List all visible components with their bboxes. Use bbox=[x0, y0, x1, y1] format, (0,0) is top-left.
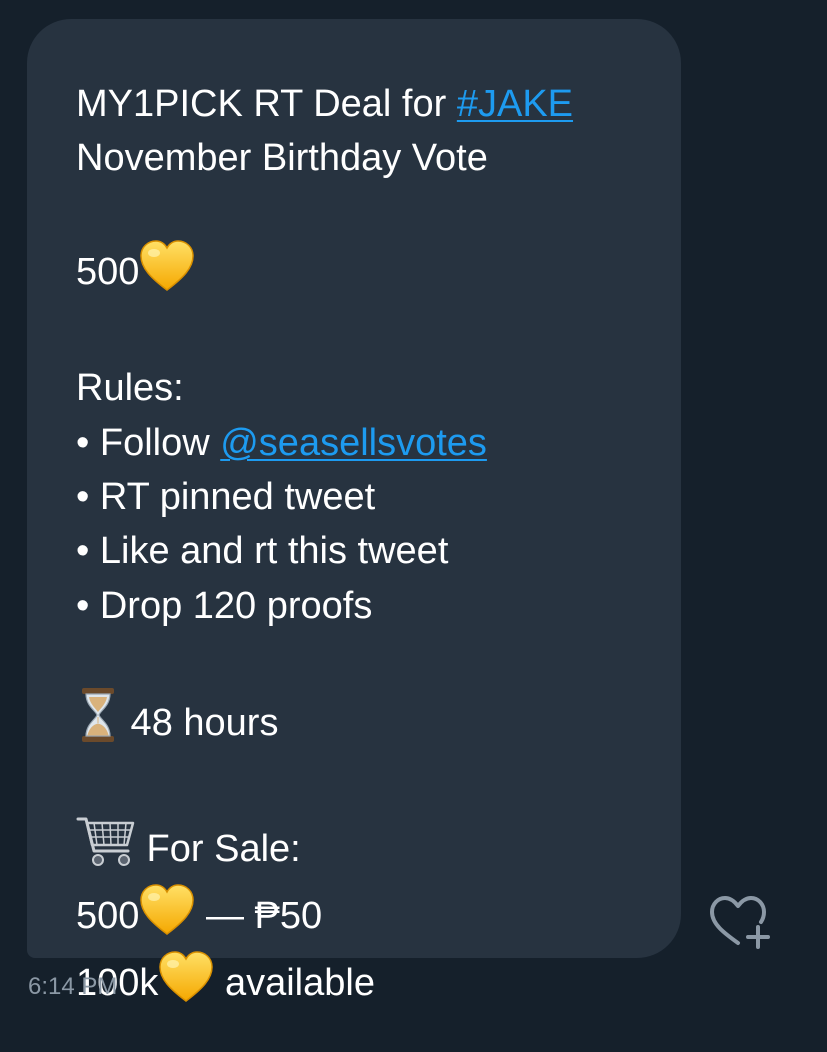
message-line-amount: 500 bbox=[76, 240, 681, 307]
hourglass-icon bbox=[76, 687, 120, 758]
yellow-heart-icon bbox=[139, 884, 195, 951]
rule-item: • Like and rt this tweet bbox=[76, 530, 449, 573]
yellow-heart-icon bbox=[139, 240, 195, 307]
rule-item: • Follow @seasellsvotes bbox=[76, 421, 487, 464]
add-reaction-button[interactable] bbox=[706, 893, 774, 953]
rules-heading: Rules: bbox=[76, 367, 184, 410]
message-line-duration: 48 hours bbox=[76, 687, 681, 758]
sale-price-line: 500 — ₱50 bbox=[76, 884, 681, 951]
sale-heading: For Sale: bbox=[76, 813, 681, 884]
yellow-heart-icon bbox=[158, 951, 214, 1018]
mention-link[interactable]: @seasellsvotes bbox=[220, 422, 487, 464]
shopping-cart-icon bbox=[76, 813, 136, 884]
message-bubble[interactable]: MY1PICK RT Deal for #JAKE November Birth… bbox=[27, 19, 681, 1004]
dm-conversation: MY1PICK RT Deal for #JAKE November Birth… bbox=[0, 0, 827, 1052]
availability-line: 100k available bbox=[76, 951, 681, 1018]
message-line-title-2: November Birthday Vote bbox=[76, 137, 488, 180]
hashtag-link[interactable]: #JAKE bbox=[457, 83, 573, 125]
rule-item: • Drop 120 proofs bbox=[76, 584, 373, 627]
rule-item: • RT pinned tweet bbox=[76, 476, 376, 519]
message-line-title: MY1PICK RT Deal for #JAKE bbox=[76, 83, 574, 125]
heart-plus-icon bbox=[710, 896, 770, 949]
message-timestamp: 6:14 PM bbox=[28, 973, 118, 1000]
